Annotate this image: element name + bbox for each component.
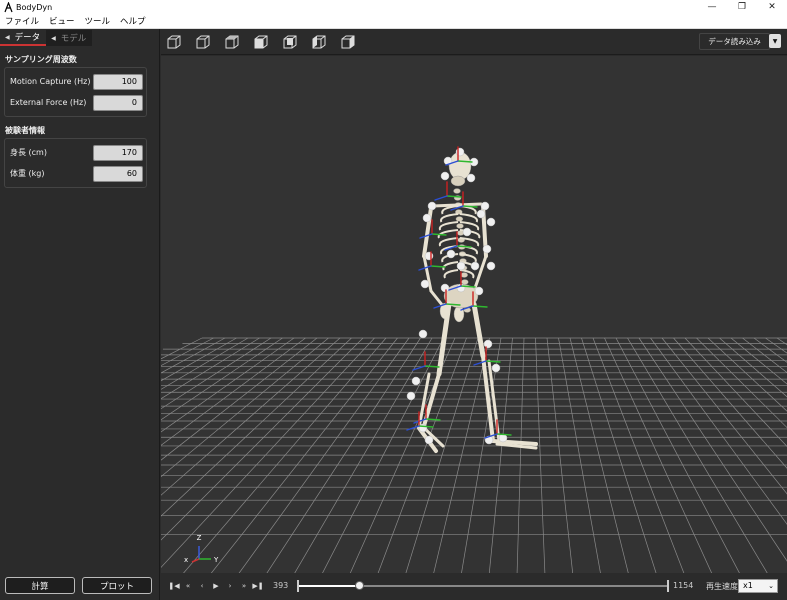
view-left-icon[interactable] [310, 33, 328, 51]
skeleton-model [406, 146, 538, 453]
frame-end: 1154 [673, 581, 694, 590]
view-toolbar: データ読み込み ▼ [161, 29, 787, 55]
step-back-icon[interactable]: ‹ [197, 580, 207, 592]
skip-to-start-icon[interactable]: ❚◀ [168, 580, 179, 592]
fast-forward-icon[interactable]: » [239, 580, 249, 592]
speed-value: x1 [743, 581, 753, 590]
height-row: 身長 (cm) 170 [8, 142, 143, 163]
motion-capture-input[interactable]: 100 [93, 73, 143, 90]
slider-end-tick [667, 580, 669, 592]
menu-help[interactable]: ヘルプ [115, 15, 151, 27]
weight-label: 体重 (kg) [10, 169, 45, 178]
speed-label: 再生速度 [706, 582, 738, 591]
chevron-down-icon: ⌄ [768, 582, 774, 590]
floor-grid [161, 337, 787, 573]
weight-row: 体重 (kg) 60 [8, 163, 143, 184]
panel-tabs: ◀ データ ◀ モデル [0, 30, 159, 46]
tab-model-label: モデル [60, 34, 87, 44]
sampling-group: Motion Capture (Hz) 100 External Force (… [4, 67, 147, 117]
motion-capture-label: Motion Capture (Hz) [10, 77, 91, 86]
external-force-input[interactable]: 0 [93, 94, 143, 111]
collapse-triangle-icon: ◀ [51, 34, 56, 42]
plot-button[interactable]: プロット [82, 577, 152, 594]
subject-group: 身長 (cm) 170 体重 (kg) 60 [4, 138, 147, 188]
external-force-row: External Force (Hz) 0 [8, 92, 143, 113]
axis-label-z: Z [197, 534, 202, 542]
frame-slider[interactable] [297, 579, 669, 593]
load-data-dropdown[interactable]: ▼ [769, 34, 781, 48]
title-bar: BodyDyn — ❐ ✕ [0, 0, 787, 14]
menu-file[interactable]: ファイル [0, 15, 44, 27]
close-button[interactable]: ✕ [757, 0, 787, 14]
motion-capture-row: Motion Capture (Hz) 100 [8, 71, 143, 92]
app-title: BodyDyn [16, 2, 53, 12]
view-iso-icon[interactable] [165, 33, 183, 51]
view-side-icon[interactable] [223, 33, 241, 51]
3d-viewport[interactable]: Z x Y [161, 56, 787, 573]
step-forward-icon[interactable]: › [225, 580, 235, 592]
view-front-icon[interactable] [194, 33, 212, 51]
fast-rewind-icon[interactable]: « [183, 580, 193, 592]
tab-data[interactable]: ◀ データ [0, 30, 47, 46]
collapse-triangle-icon: ◀ [5, 33, 10, 41]
height-label: 身長 (cm) [10, 148, 47, 157]
menu-bar: ファイル ビュー ツール ヘルプ [0, 14, 787, 29]
frame-start: 393 [273, 581, 289, 590]
external-force-label: External Force (Hz) [10, 98, 87, 107]
tab-data-label: データ [14, 33, 41, 43]
menu-view[interactable]: ビュー [44, 15, 80, 27]
view-top-icon[interactable] [252, 33, 270, 51]
left-panel: ◀ データ ◀ モデル サンプリング周波数 Motion Capture (Hz… [0, 29, 160, 600]
app-logo-icon [3, 1, 13, 13]
slider-start-tick [297, 580, 299, 592]
axis-label-x: x [184, 556, 188, 564]
view-right-icon[interactable] [339, 33, 357, 51]
view-back-icon[interactable] [281, 33, 299, 51]
slider-thumb[interactable] [355, 581, 365, 590]
play-icon[interactable]: ▶ [211, 580, 221, 592]
chevron-down-icon: ▼ [772, 37, 778, 45]
playback-bar: ❚◀ « ‹ ▶ › » ▶❚ 393 1154 再生速度 x1 ⌄ [161, 573, 787, 600]
sampling-section-title: サンプリング周波数 [5, 55, 77, 64]
height-input[interactable]: 170 [93, 144, 143, 161]
menu-tools[interactable]: ツール [80, 15, 116, 27]
axis-label-y: Y [213, 556, 219, 564]
weight-input[interactable]: 60 [93, 165, 143, 182]
subject-section-title: 被験者情報 [5, 126, 45, 135]
restore-button[interactable]: ❐ [727, 0, 757, 14]
minimize-button[interactable]: — [697, 0, 727, 14]
tab-model[interactable]: ◀ モデル [46, 30, 93, 46]
load-data-button[interactable]: データ読み込み [699, 33, 770, 50]
slider-fill [297, 585, 361, 587]
speed-select[interactable]: x1 ⌄ [738, 579, 778, 593]
calculate-button[interactable]: 計算 [5, 577, 75, 594]
skip-to-end-icon[interactable]: ▶❚ [252, 580, 263, 592]
